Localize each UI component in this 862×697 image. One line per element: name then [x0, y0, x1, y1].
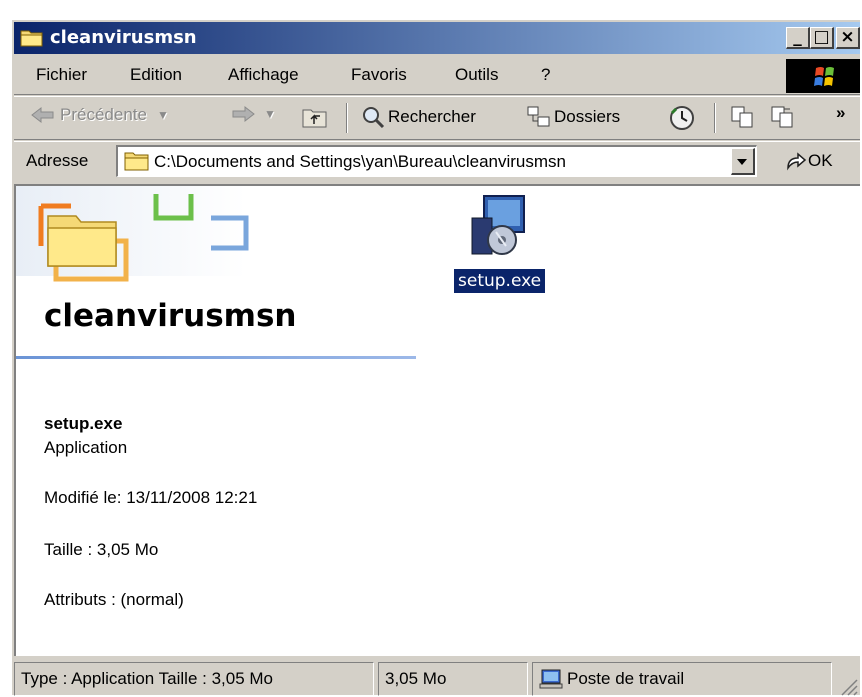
toolbar: Précédente ▼ ▼ Rechercher Dossiers » — [14, 96, 860, 140]
file-attributes: Attributs : (normal) — [44, 590, 184, 609]
back-button[interactable]: Précédente ▼ — [30, 105, 169, 125]
menu-affichage[interactable]: Affichage — [228, 65, 299, 85]
status-zone-label: Poste de travail — [567, 669, 685, 688]
address-dropdown-button[interactable] — [731, 148, 755, 175]
address-input[interactable]: C:\Documents and Settings\yan\Bureau\cle… — [116, 145, 757, 177]
file-size: Taille : 3,05 Mo — [44, 540, 159, 559]
copy-to-icon — [771, 106, 793, 128]
folders-button[interactable]: Dossiers — [526, 105, 620, 129]
forward-dropdown-icon[interactable]: ▼ — [264, 107, 276, 121]
file-view[interactable]: cleanvirusmsn setup.exe Application Modi… — [14, 184, 860, 656]
up-folder-icon — [302, 109, 327, 128]
menu-bar: Fichier Edition Affichage Favoris Outils… — [14, 56, 860, 95]
maximize-button[interactable]: □ — [810, 27, 834, 49]
explorer-window: cleanvirusmsn _ □ × Fichier Edition Affi… — [10, 18, 860, 697]
title-bar[interactable]: cleanvirusmsn _ □ × — [14, 22, 860, 54]
forward-button[interactable]: ▼ — [230, 105, 276, 123]
go-button[interactable]: OK — [784, 150, 833, 172]
close-button[interactable]: × — [836, 27, 860, 49]
menu-edition[interactable]: Edition — [130, 65, 182, 85]
folders-icon — [527, 106, 550, 127]
toolbar-overflow-icon[interactable]: » — [836, 103, 845, 123]
address-label: Adresse — [26, 151, 89, 170]
menu-help[interactable]: ? — [541, 65, 550, 85]
folder-name-heading: cleanvirusmsn — [44, 298, 297, 334]
go-label: OK — [808, 151, 833, 170]
file-item-label[interactable]: setup.exe — [454, 269, 546, 293]
menu-outils[interactable]: Outils — [455, 65, 498, 85]
search-icon — [363, 107, 385, 129]
toolbar-separator — [346, 103, 348, 133]
minimize-button[interactable]: _ — [786, 27, 810, 49]
history-button[interactable] — [668, 105, 696, 131]
modified-date: Modifié le: 13/11/2008 12:21 — [44, 488, 258, 507]
up-folder-button[interactable] — [302, 105, 328, 129]
move-to-button[interactable] — [730, 105, 756, 129]
back-label: Précédente — [60, 105, 147, 124]
go-arrow-icon — [787, 152, 807, 171]
window-title: cleanvirusmsn — [50, 27, 197, 48]
selected-file-type: Application — [44, 438, 128, 457]
move-to-icon — [731, 106, 753, 128]
back-dropdown-icon[interactable]: ▼ — [157, 108, 169, 122]
folder-icon — [20, 30, 43, 47]
search-label: Rechercher — [388, 107, 476, 126]
status-bar: Type : Application Taille : 3,05 Mo 3,05… — [14, 658, 860, 697]
menu-fichier[interactable]: Fichier — [36, 65, 87, 85]
toolbar-separator — [714, 103, 716, 133]
forward-arrow-icon — [232, 105, 255, 123]
resize-grip-icon[interactable] — [838, 676, 858, 696]
history-clock-icon — [670, 106, 694, 130]
folder-icon — [124, 152, 149, 171]
address-bar: Adresse C:\Documents and Settings\yan\Bu… — [14, 141, 860, 182]
address-path: C:\Documents and Settings\yan\Bureau\cle… — [154, 152, 566, 171]
back-arrow-icon — [31, 106, 54, 124]
selected-file-name: setup.exe — [44, 414, 123, 433]
folders-label: Dossiers — [554, 107, 621, 126]
status-type-panel: Type : Application Taille : 3,05 Mo — [14, 662, 374, 696]
status-size-panel: 3,05 Mo — [378, 662, 528, 696]
copy-to-button[interactable] — [770, 105, 796, 129]
computer-icon — [539, 669, 563, 689]
setup-exe-icon[interactable] — [466, 194, 530, 258]
status-zone-panel: Poste de travail — [532, 662, 832, 696]
heading-divider — [16, 356, 416, 359]
windows-logo-icon — [786, 59, 860, 93]
search-button[interactable]: Rechercher — [360, 105, 476, 129]
chevron-down-icon — [737, 159, 747, 165]
menu-favoris[interactable]: Favoris — [351, 65, 407, 85]
